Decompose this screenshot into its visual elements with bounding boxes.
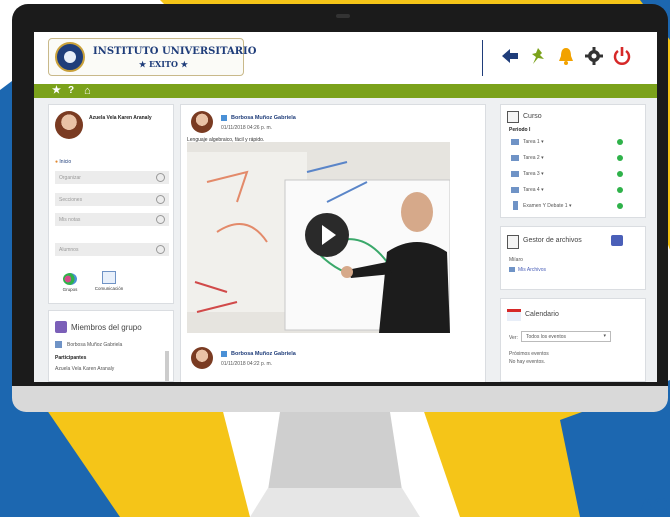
student-name[interactable]: Azuela Vela Karen Aranaly: [55, 366, 114, 372]
avatar: [191, 347, 213, 369]
play-button[interactable]: [305, 213, 349, 257]
avatar: [191, 111, 213, 133]
feed-panel: Borbosa Muñoz Gabriela 01/11/2018 04:26 …: [180, 104, 486, 382]
status-dot: [617, 155, 623, 161]
institution-logo[interactable]: INSTITUTO UNIVERSITARIO ★ EXITO ★: [48, 38, 256, 76]
power-icon[interactable]: [612, 46, 632, 66]
teacher-name[interactable]: Borbosa Muñoz Gabriela: [67, 342, 122, 348]
task-item[interactable]: Tarea 2 ▾: [523, 155, 544, 161]
status-dot: [617, 203, 623, 209]
comunicacion-button[interactable]: Comunicación: [89, 271, 129, 291]
files-icon: [509, 267, 515, 272]
members-panel: Miembros del grupo Borbosa Muñoz Gabriel…: [48, 310, 174, 382]
inicio-label: Inicio: [59, 159, 72, 165]
arrow-left-icon[interactable]: [500, 46, 520, 66]
profile-panel: Azuela Vela Karen Aranaly ● Inicio Organ…: [48, 104, 174, 304]
monitor-chin: [12, 386, 668, 412]
file-manager-title: Gestor de archivos: [523, 237, 582, 244]
menu-row-organizar[interactable]: Organizar: [55, 171, 169, 185]
seal-icon: [55, 42, 85, 72]
post-author[interactable]: Borbosa Muñoz Gabriela: [231, 351, 296, 357]
task-item[interactable]: Tarea 1 ▾: [523, 139, 544, 145]
task-item[interactable]: Tarea 4 ▾: [523, 187, 544, 193]
pin-icon[interactable]: [528, 46, 548, 66]
org-chart-icon: [55, 321, 67, 333]
user-badge-icon: [221, 351, 227, 357]
events-select[interactable]: Todos los eventos ▾: [521, 331, 611, 342]
groups-icon: [63, 273, 77, 285]
screen: INSTITUTO UNIVERSITARIO ★ EXITO ★ ★ ? ⌂ …: [34, 32, 657, 382]
status-dot: [617, 139, 623, 145]
members-title: Miembros del grupo: [71, 323, 142, 332]
menu-row-label: Alumnos: [59, 247, 79, 253]
star-icon[interactable]: ★: [52, 84, 61, 98]
comunicacion-label: Comunicación: [94, 286, 124, 291]
inicio-link[interactable]: ● Inicio: [55, 159, 71, 165]
post-author[interactable]: Borbosa Muñoz Gabriela: [231, 115, 296, 121]
user-name: Azuela Vela Karen Aranaly: [89, 115, 152, 121]
book-icon: [507, 111, 519, 123]
webcam: [336, 14, 350, 18]
period-label: Periodo I: [509, 127, 531, 133]
task-item[interactable]: Examen Y Debate 1 ▾: [523, 203, 571, 209]
task-icon: [511, 171, 519, 177]
menu-row-secciones[interactable]: Secciones: [55, 193, 169, 207]
calendar-icon: [507, 309, 521, 321]
user-badge-icon: [221, 115, 227, 121]
ver-label: Ver:: [509, 335, 518, 341]
download-icon: [156, 215, 165, 224]
top-header: INSTITUTO UNIVERSITARIO ★ EXITO ★: [34, 32, 657, 84]
gear-icon[interactable]: [584, 46, 604, 66]
upcoming-heading: Próximos eventos: [509, 351, 549, 357]
select-value: Todos los eventos: [526, 334, 567, 340]
task-icon: [511, 139, 519, 145]
post-date: 01/11/2018 04:22 p. m.: [221, 361, 273, 367]
exam-icon: [513, 201, 518, 210]
download-icon: [156, 173, 165, 182]
task-icon: [511, 155, 519, 161]
task-icon: [511, 187, 519, 193]
home-icon[interactable]: ⌂: [84, 84, 91, 98]
task-item[interactable]: Tarea 3 ▾: [523, 171, 544, 177]
home-small-icon: ●: [55, 159, 59, 165]
calendar-title: Calendario: [525, 311, 559, 318]
nav-bar: ★ ? ⌂: [34, 84, 657, 98]
download-icon: [156, 245, 165, 254]
grupos-button[interactable]: Grupos: [55, 273, 85, 292]
file-manager-sub: Miíaro: [509, 257, 523, 263]
status-dot: [617, 171, 623, 177]
header-divider: [482, 40, 483, 76]
menu-row-label: Mis notas: [59, 217, 81, 223]
post-date: 01/11/2018 04:26 p. m.: [221, 125, 273, 131]
no-events-text: No hay eventos.: [509, 359, 546, 365]
file-icon: [507, 235, 519, 249]
menu-row-notas[interactable]: Mis notas: [55, 213, 169, 227]
folder-icon[interactable]: [611, 235, 623, 246]
help-icon[interactable]: ?: [68, 84, 74, 98]
message-icon: [102, 271, 116, 284]
menu-row-label: Secciones: [59, 197, 83, 203]
teacher-icon: [55, 341, 62, 348]
download-icon: [156, 195, 165, 204]
video-player[interactable]: [187, 142, 450, 333]
file-manager-panel: Gestor de archivos Miíaro Mis Archivos: [500, 226, 646, 290]
logo-subtitle: ★ EXITO ★: [139, 59, 188, 69]
grupos-label: Grupos: [62, 287, 78, 292]
bell-icon[interactable]: [556, 46, 576, 66]
menu-row-label: Organizar: [59, 175, 81, 181]
my-files-link[interactable]: Mis Archivos: [518, 267, 546, 273]
course-panel: Curso Periodo I Tarea 1 ▾ Tarea 2 ▾ Tare…: [500, 104, 646, 218]
participants-heading: Participantes: [55, 355, 87, 361]
scrollbar[interactable]: [165, 351, 169, 381]
menu-row-alumnos[interactable]: Alumnos: [55, 243, 169, 257]
logo-title: INSTITUTO UNIVERSITARIO: [93, 46, 257, 57]
chevron-down-icon: ▾: [603, 333, 606, 339]
avatar: [55, 111, 83, 139]
status-dot: [617, 187, 623, 193]
course-title: Curso: [523, 113, 542, 120]
calendar-panel: Calendario Ver: Todos los eventos ▾ Próx…: [500, 298, 646, 382]
